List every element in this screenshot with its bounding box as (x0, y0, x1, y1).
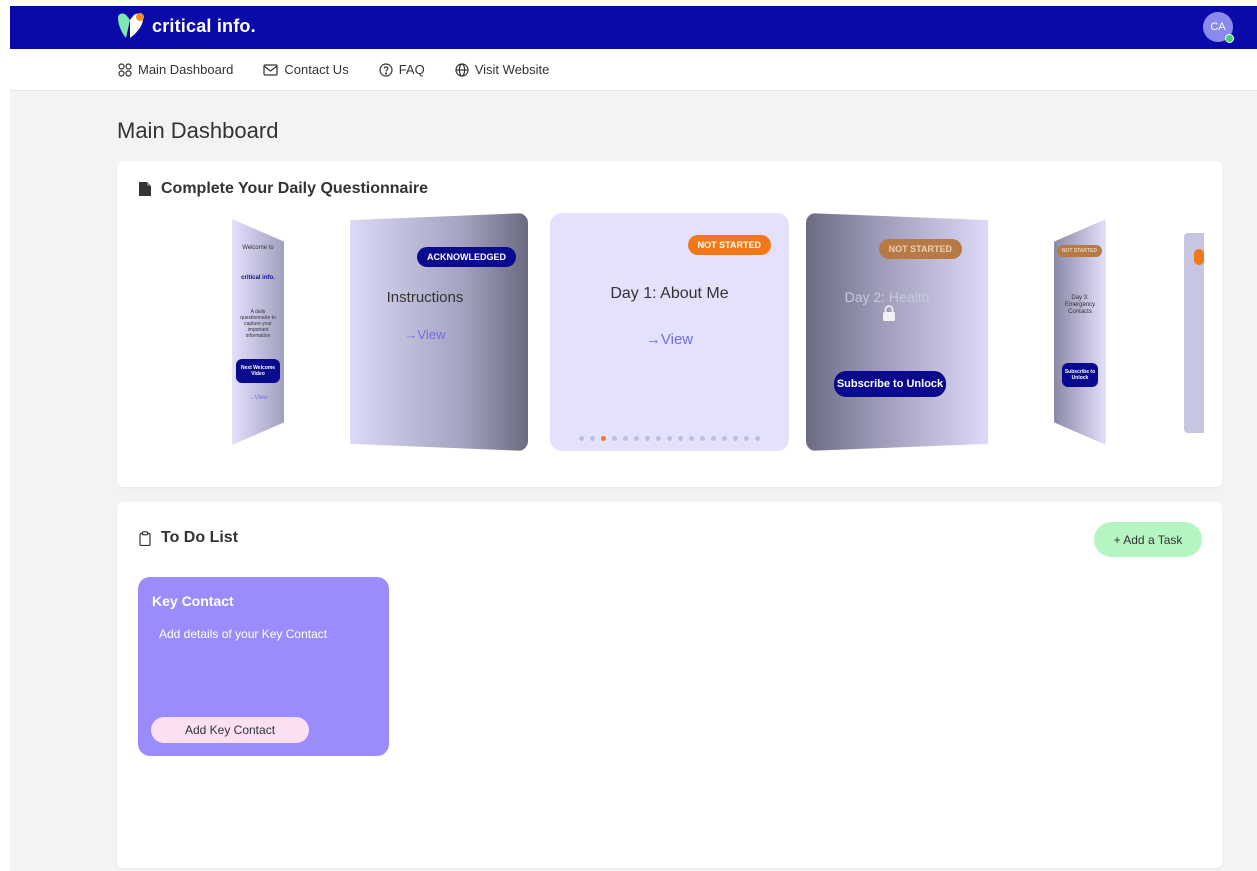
day3-subscribe-button[interactable]: Subscribe to Unlock (1062, 363, 1098, 387)
carousel-dot[interactable] (678, 436, 683, 441)
welcome-video-button[interactable]: Next Welcome Video (236, 359, 280, 383)
nav-bar: Main Dashboard Contact Us FAQ Visit Webs… (10, 49, 1257, 91)
carousel-dot[interactable] (656, 436, 661, 441)
status-badge (1194, 249, 1204, 265)
nav-label: FAQ (398, 62, 425, 77)
carousel-dot[interactable] (579, 436, 584, 441)
day2-title: Day 2: Health (844, 289, 930, 305)
online-status-icon (1225, 34, 1234, 43)
not-started-badge: NOT STARTED (687, 235, 771, 255)
globe-icon (455, 62, 469, 77)
document-icon (139, 182, 151, 196)
logo-text: critical info. (152, 15, 256, 36)
avatar-initials: CA (1210, 21, 1226, 33)
not-started-badge: NOT STARTED (878, 239, 962, 259)
page-title: Main Dashboard (117, 118, 279, 143)
instructions-view-link[interactable]: →View (350, 327, 514, 342)
todo-header: To Do List (139, 529, 238, 547)
day2-card[interactable]: NOT STARTED Day 2: Health Subscribe to U… (806, 213, 988, 451)
task-title: Key Contact (152, 593, 234, 609)
carousel-dot[interactable] (722, 436, 727, 441)
day1-card[interactable]: NOT STARTED Day 1: About Me →View (550, 213, 789, 451)
app-frame: critical info. CA Main Dashboard Contact… (10, 6, 1257, 871)
task-description: Add details of your Key Contact (159, 627, 328, 641)
day3-title: Day 3: Emergency Contacts (1064, 295, 1096, 316)
todo-heading: To Do List (161, 529, 239, 546)
question-icon (379, 62, 393, 77)
carousel-dot[interactable] (733, 436, 738, 441)
carousel-dot[interactable] (612, 436, 617, 441)
welcome-title: Welcome to (242, 245, 274, 251)
welcome-brand: critical info. (241, 275, 275, 281)
nav-contact-us[interactable]: Contact Us (263, 62, 349, 77)
carousel-dot[interactable] (667, 436, 672, 441)
acknowledged-badge: Acknowledged (417, 247, 516, 267)
day4-card[interactable] (1184, 233, 1204, 433)
add-key-contact-button[interactable]: Add Key Contact (151, 717, 309, 743)
carousel-dots[interactable] (550, 436, 789, 441)
todo-card: To Do List + Add a Task Key Contact Add … (117, 502, 1222, 868)
user-avatar[interactable]: CA (1203, 12, 1234, 43)
welcome-body: A daily questionnaire to capture your im… (240, 309, 276, 339)
day1-view-link[interactable]: →View (550, 331, 789, 348)
questionnaire-heading: Complete Your Daily Questionnaire (161, 180, 429, 197)
add-task-label: + Add a Task (1113, 532, 1183, 547)
add-task-button[interactable]: + Add a Task (1094, 522, 1202, 557)
task-button-label: Add Key Contact (184, 723, 276, 737)
day3-card[interactable]: NOT STARTED Day 3: Emergency Contacts Su… (1054, 219, 1106, 445)
day1-title: Day 1: About Me (610, 285, 729, 302)
carousel-dot[interactable] (744, 436, 749, 441)
mail-icon (263, 63, 278, 76)
carousel-dot[interactable] (623, 436, 628, 441)
nav-label: Visit Website (474, 62, 550, 77)
carousel-dot[interactable] (601, 436, 606, 441)
nav-label: Main Dashboard (138, 62, 234, 77)
heart-logo-icon (118, 13, 144, 38)
welcome-view-link[interactable]: →View (236, 395, 280, 402)
instructions-title: Instructions (386, 289, 464, 306)
carousel-dot[interactable] (700, 436, 705, 441)
nav-visit-website[interactable]: Visit Website (455, 62, 550, 77)
subscribe-unlock-button[interactable]: Subscribe to Unlock (834, 371, 946, 397)
carousel-dot[interactable] (711, 436, 716, 441)
welcome-card[interactable]: Welcome to critical info. A daily questi… (232, 219, 284, 445)
carousel-dot[interactable] (634, 436, 639, 441)
clipboard-icon (139, 530, 151, 546)
carousel-dot[interactable] (590, 436, 595, 441)
nav-main-dashboard[interactable]: Main Dashboard (118, 62, 233, 77)
instructions-card[interactable]: Acknowledged Instructions →View (350, 213, 528, 451)
logo[interactable]: critical info. (116, 12, 256, 40)
carousel-dot[interactable] (645, 436, 650, 441)
nav-faq[interactable]: FAQ (379, 62, 425, 77)
questionnaire-header: Complete Your Daily Questionnaire (139, 180, 428, 198)
not-started-badge: NOT STARTED (1056, 245, 1102, 257)
carousel-dot[interactable] (689, 436, 694, 441)
todo-task-card[interactable]: Key Contact Add details of your Key Cont… (138, 577, 389, 756)
carousel-dot[interactable] (755, 436, 760, 441)
grid-icon (118, 62, 132, 77)
nav-label: Contact Us (284, 62, 349, 77)
top-bar: critical info. CA (10, 6, 1257, 49)
lock-icon (883, 305, 895, 321)
questionnaire-card: Complete Your Daily Questionnaire Welcom… (117, 161, 1222, 487)
